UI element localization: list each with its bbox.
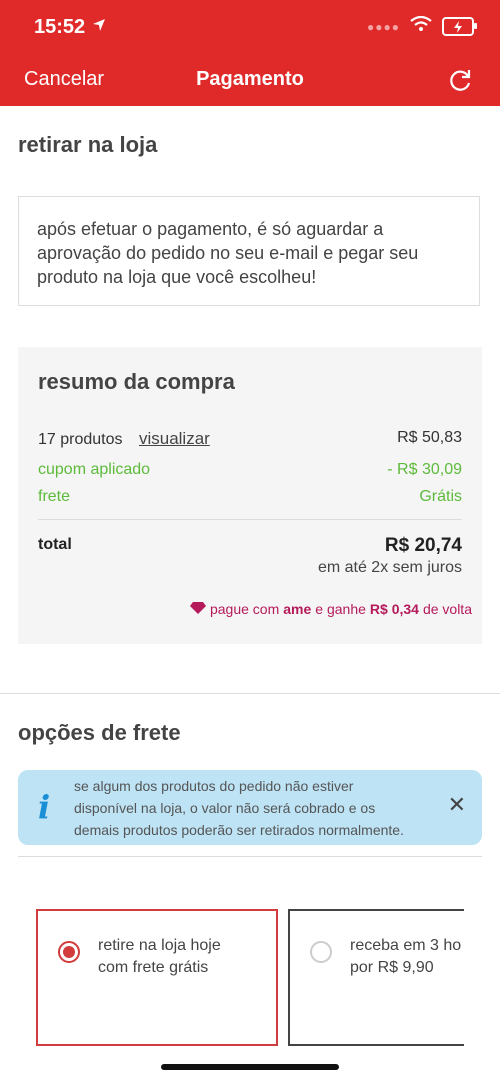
products-value: R$ 50,83	[397, 429, 462, 446]
ame-middle: e ganhe	[315, 601, 366, 617]
page-title: Pagamento	[196, 68, 304, 90]
close-icon[interactable]: ✕	[448, 792, 466, 818]
info-banner: i se algum dos produtos do pedido não es…	[18, 770, 482, 845]
shipping-label: frete	[38, 488, 71, 505]
shipping-options-title: opções de frete	[18, 720, 181, 745]
purchase-summary: resumo da compra 17 produtos visualizar …	[18, 347, 482, 644]
battery-icon	[442, 17, 477, 36]
radio-selected-icon[interactable]	[58, 941, 80, 963]
signal-icon: ●●●●	[367, 19, 400, 34]
status-time: 15:52	[34, 16, 86, 38]
wifi-icon	[410, 15, 432, 37]
ame-prefix: pague com	[209, 601, 280, 617]
shipping-option-pickup[interactable]: retire na loja hoje com frete grátis	[36, 909, 278, 1046]
option-line1: receba em 3 ho	[350, 937, 462, 954]
shipping-option-delivery[interactable]: receba em 3 ho por R$ 9,90	[288, 909, 464, 1046]
products-label: 17 produtos	[38, 431, 123, 448]
refresh-icon[interactable]	[442, 62, 478, 98]
top-bar: 15:52 ●●●● Cancelar Pagamento	[0, 0, 500, 106]
option-line2: com frete grátis	[98, 959, 209, 976]
home-indicator	[161, 1064, 339, 1070]
ame-suffix: de volta	[422, 601, 472, 617]
pickup-notice: após efetuar o pagamento, é só aguardar …	[18, 196, 480, 306]
products-row: 17 produtos visualizar R$ 50,83	[38, 429, 462, 449]
view-products-link[interactable]: visualizar	[139, 429, 210, 448]
coupon-label: cupom aplicado	[38, 461, 151, 478]
option-line2: por R$ 9,90	[350, 959, 434, 976]
option-line1: retire na loja hoje	[98, 937, 221, 954]
info-text: se algum dos produtos do pedido não esti…	[74, 778, 404, 838]
shipping-row: frete Grátis	[38, 488, 462, 506]
ame-cashback: pague com ame e ganhe R$ 0,34 de volta	[189, 601, 472, 617]
ame-diamond-icon	[189, 601, 206, 617]
total-value: R$ 20,74	[384, 535, 462, 556]
summary-divider	[38, 519, 462, 520]
pickup-title: retirar na loja	[18, 132, 158, 157]
radio-unselected-icon[interactable]	[310, 941, 332, 963]
status-icons: ●●●●	[367, 15, 477, 37]
summary-title: resumo da compra	[38, 369, 235, 394]
info-icon: i	[38, 788, 51, 826]
location-arrow-icon	[92, 18, 106, 37]
coupon-value: - R$ 30,09	[387, 461, 462, 478]
ame-amount: R$ 0,34	[369, 601, 419, 617]
total-label: total	[38, 536, 72, 553]
options-divider	[18, 856, 482, 857]
shipping-value: Grátis	[419, 488, 462, 505]
installments-text: em até 2x sem juros	[317, 559, 462, 576]
coupon-row: cupom aplicado - R$ 30,09	[38, 461, 462, 479]
ame-brand: ame	[283, 601, 312, 617]
section-divider	[0, 693, 500, 694]
